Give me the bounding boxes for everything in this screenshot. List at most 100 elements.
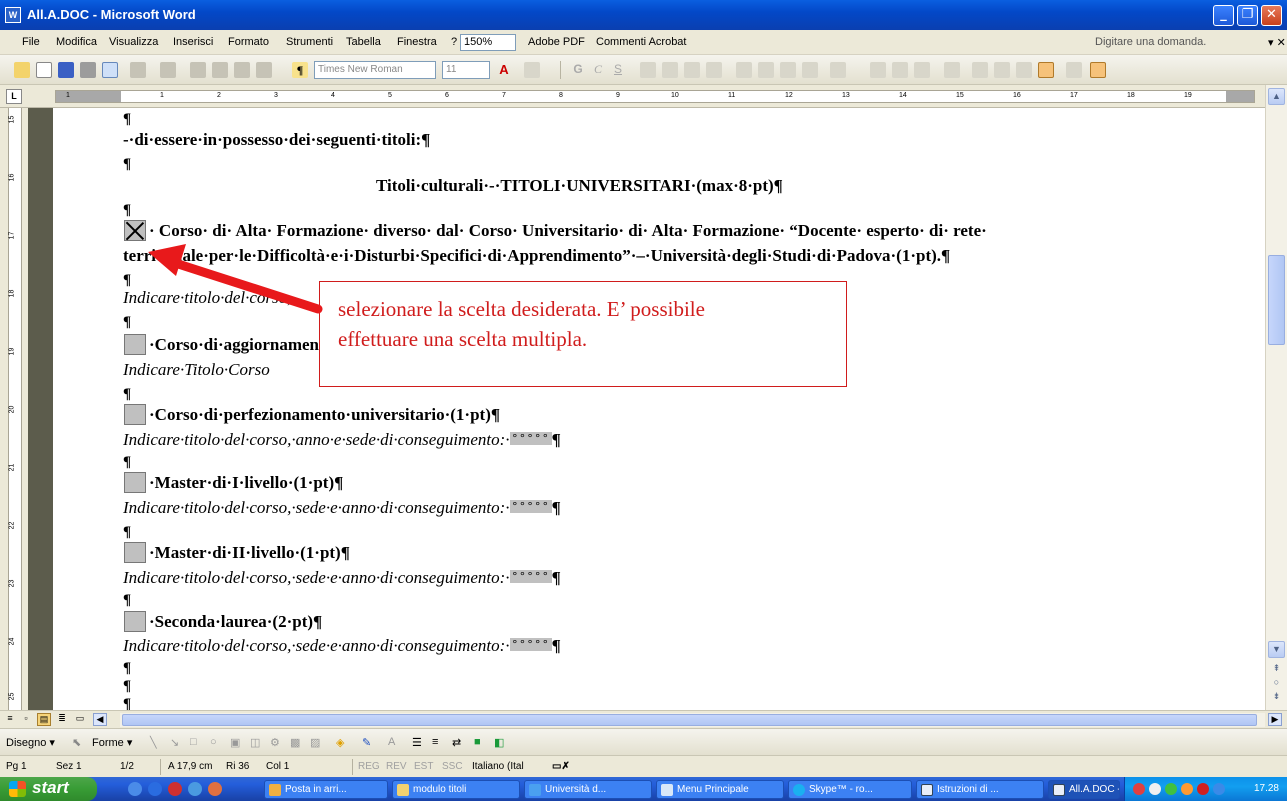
tray-antivirus-icon[interactable] [1133, 783, 1145, 795]
menu-formato[interactable]: Formato [228, 36, 269, 48]
status-ssc[interactable]: SSC [442, 761, 463, 772]
checkbox-master-2[interactable] [124, 542, 146, 563]
new-doc-icon[interactable] [36, 62, 52, 78]
styles-icon[interactable] [830, 62, 846, 78]
quicklaunch-ie-icon[interactable] [148, 782, 162, 796]
draw-table-icon[interactable] [972, 62, 988, 78]
increase-indent-icon[interactable] [802, 62, 818, 78]
italic-icon[interactable]: C [590, 62, 606, 78]
status-est[interactable]: EST [414, 761, 433, 772]
task-menu[interactable]: Menu Principale [656, 780, 784, 799]
rectangle-tool-icon[interactable]: □ [190, 736, 197, 748]
protect-form-icon[interactable] [1090, 62, 1106, 78]
hscroll-thumb[interactable] [122, 714, 1257, 726]
text-form-field[interactable]: °°°°° [509, 432, 552, 445]
menu-file[interactable]: File [22, 36, 40, 48]
arrow-tool-icon[interactable]: ↘ [170, 736, 179, 749]
bullets-icon[interactable] [758, 62, 774, 78]
task-posta[interactable]: Posta in arri... [264, 780, 388, 799]
web-view-icon[interactable]: ▫ [19, 713, 33, 726]
wordart-tool-icon[interactable]: ◫ [250, 736, 260, 749]
tray-mail-icon[interactable] [1149, 783, 1161, 795]
close-document-icon[interactable]: ▾ ✕ [1268, 36, 1286, 49]
font-color-icon[interactable]: A [496, 62, 512, 78]
clipart-tool-icon[interactable]: ▩ [290, 736, 300, 749]
line-style-icon[interactable]: ☰ [412, 736, 422, 749]
diagram-tool-icon[interactable]: ⚙ [270, 736, 280, 749]
format-painter-icon[interactable] [256, 62, 272, 78]
next-page-icon[interactable]: ⇟ [1268, 689, 1285, 706]
font-color-draw-icon[interactable]: A [388, 736, 395, 748]
start-button[interactable]: start [0, 777, 97, 801]
picture-tool-icon[interactable]: ▨ [310, 736, 320, 749]
shadow-style-icon[interactable]: ■ [474, 736, 481, 748]
normal-view-icon[interactable]: ≡ [3, 713, 17, 726]
minimize-button[interactable]: _ [1213, 5, 1234, 26]
vertical-scrollbar[interactable]: ▲ ▼ ⇞ ○ ⇟ [1265, 85, 1287, 710]
insert-frame-icon[interactable] [1016, 62, 1032, 78]
insert-table-icon[interactable] [994, 62, 1010, 78]
font-name-select[interactable]: Times New Roman [314, 61, 436, 79]
paste-icon[interactable] [234, 62, 250, 78]
menu-adobe-pdf[interactable]: Adobe PDF [528, 36, 585, 48]
status-rev[interactable]: REV [386, 761, 407, 772]
menu-help[interactable]: ? [451, 36, 457, 48]
menu-finestra[interactable]: Finestra [397, 36, 437, 48]
justify-icon[interactable] [706, 62, 722, 78]
task-universita[interactable]: Università d... [524, 780, 652, 799]
ruler-strip[interactable]: 1 1 2 3 4 5 6 7 8 9 10 11 12 13 14 15 16… [55, 90, 1255, 103]
menu-inserisci[interactable]: Inserisci [173, 36, 213, 48]
menu-commenti-acrobat[interactable]: Commenti Acrobat [596, 36, 686, 48]
oval-tool-icon[interactable]: ○ [210, 736, 217, 748]
text-field-icon[interactable] [870, 62, 886, 78]
quicklaunch-media-icon[interactable] [168, 782, 182, 796]
print-preview-icon[interactable] [102, 62, 118, 78]
tray-network-icon[interactable] [1165, 783, 1177, 795]
status-reg[interactable]: REG [358, 761, 380, 772]
task-skype[interactable]: Skype™ - ro... [788, 780, 912, 799]
tray-volume-icon[interactable] [1213, 783, 1225, 795]
scroll-down-button[interactable]: ▼ [1268, 641, 1285, 658]
quicklaunch-office-icon[interactable] [208, 782, 222, 796]
open-folder-icon[interactable] [14, 62, 30, 78]
task-all-a-doc[interactable]: All.A.DOC - ... [1048, 780, 1120, 799]
underline-icon[interactable]: S [610, 62, 626, 78]
highlight-icon[interactable] [524, 62, 540, 78]
quicklaunch-app-icon[interactable] [188, 782, 202, 796]
text-form-field[interactable]: °°°°° [509, 500, 552, 513]
document-page[interactable]: ¶ -·di·essere·in·possesso·dei·seguenti·t… [53, 108, 1265, 710]
checkbox-corso-aggiornamento[interactable] [124, 334, 146, 355]
show-formatting-icon[interactable]: ¶ [292, 62, 308, 78]
save-icon[interactable] [58, 62, 74, 78]
task-modulo[interactable]: modulo titoli [392, 780, 520, 799]
scroll-right-button[interactable]: ▶ [1268, 713, 1282, 726]
decrease-indent-icon[interactable] [780, 62, 796, 78]
reset-fields-icon[interactable] [1066, 62, 1082, 78]
checkbox-field-icon[interactable] [892, 62, 908, 78]
align-center-icon[interactable] [662, 62, 678, 78]
tray-update-icon[interactable] [1181, 783, 1193, 795]
scroll-thumb[interactable] [1268, 255, 1285, 345]
select-objects-icon[interactable]: ⬉ [72, 736, 81, 749]
form-shading-icon[interactable] [1038, 62, 1054, 78]
cut-icon[interactable] [190, 62, 206, 78]
align-left-icon[interactable] [640, 62, 656, 78]
line-tool-icon[interactable]: ╲ [150, 736, 157, 749]
text-form-field[interactable]: °°°°° [509, 638, 552, 651]
redo-icon[interactable] [160, 62, 176, 78]
checkbox-alta-formazione[interactable] [124, 220, 146, 241]
bold-icon[interactable]: G [570, 62, 586, 78]
spelling-check-icon[interactable]: ▭✗ [552, 761, 570, 772]
scroll-up-button[interactable]: ▲ [1268, 88, 1285, 105]
align-right-icon[interactable] [684, 62, 700, 78]
copy-icon[interactable] [212, 62, 228, 78]
quicklaunch-desktop-icon[interactable] [128, 782, 142, 796]
scroll-left-button[interactable]: ◀ [93, 713, 107, 726]
numbering-icon[interactable] [736, 62, 752, 78]
checkbox-seconda-laurea[interactable] [124, 611, 146, 632]
line-color-icon[interactable]: ✎ [362, 736, 371, 749]
text-form-field[interactable]: °°°°° [509, 570, 552, 583]
3d-style-icon[interactable]: ◧ [494, 736, 504, 749]
outline-view-icon[interactable]: ≣ [55, 713, 69, 726]
dash-style-icon[interactable]: ≡ [432, 736, 438, 748]
